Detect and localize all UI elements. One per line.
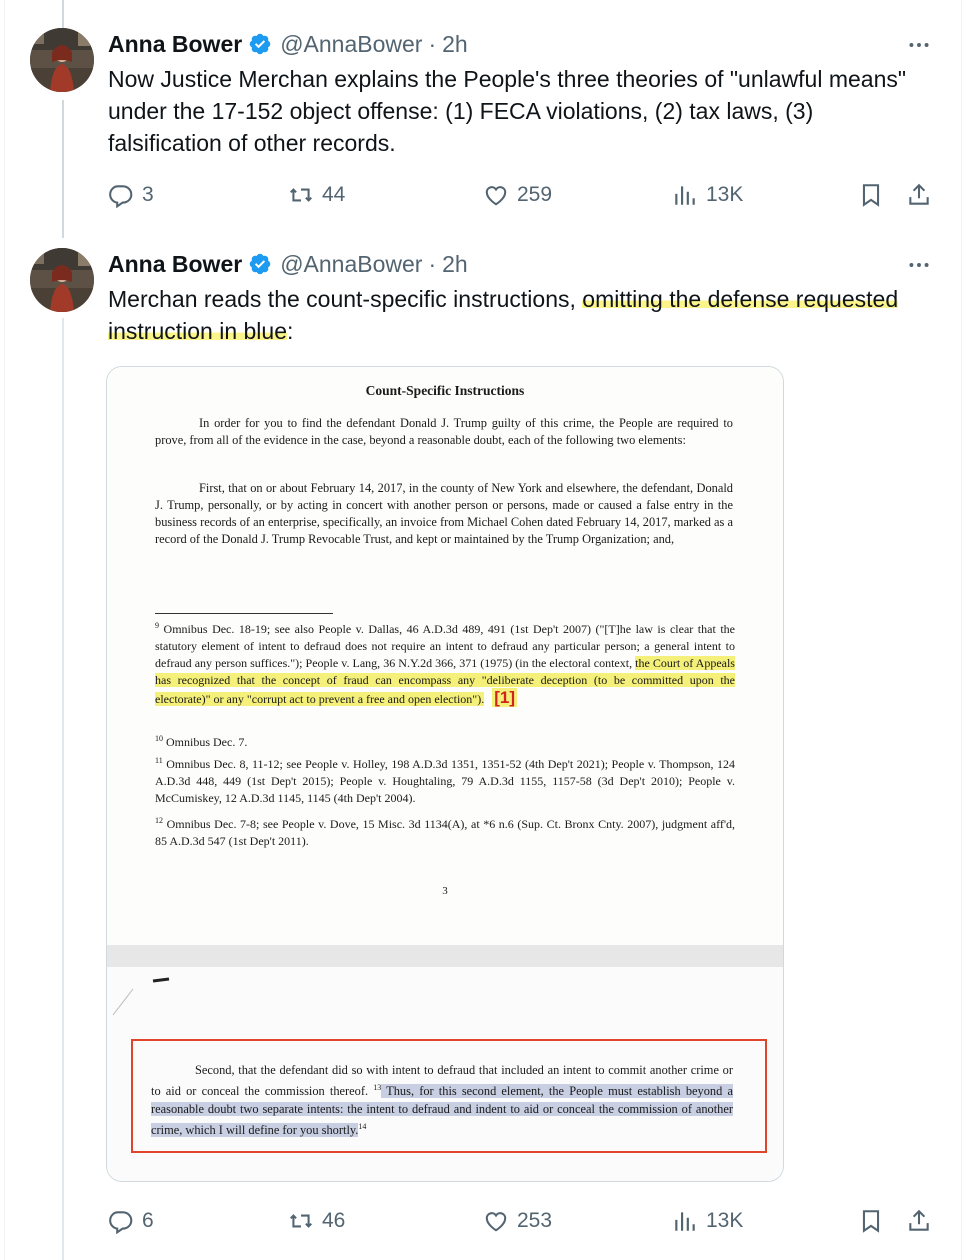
timestamp[interactable]: 2h (442, 31, 468, 58)
footnote-12: 12 Omnibus Dec. 7-8; see People v. Dove,… (155, 816, 736, 849)
page-number: 3 (442, 885, 448, 897)
bookmark-button[interactable] (858, 180, 884, 210)
author-name[interactable]: Anna Bower (108, 251, 242, 278)
like-button[interactable]: 259 (483, 180, 552, 210)
thread-connector-middle (62, 100, 64, 238)
share-button[interactable] (906, 1206, 932, 1236)
scan-mark (112, 977, 170, 1016)
tweet-actions: 6 46 253 13K (108, 1206, 938, 1236)
bookmark-icon (862, 184, 880, 207)
like-button[interactable]: 253 (483, 1206, 552, 1236)
like-icon (485, 1212, 507, 1232)
page-gap (107, 945, 783, 967)
repost-button[interactable]: 46 (288, 1206, 345, 1236)
like-count: 253 (517, 1209, 553, 1232)
repost-icon (289, 188, 313, 202)
reply-icon (109, 185, 133, 208)
share-icon (909, 183, 929, 205)
document-page-3: Count-Specific Instructions In order for… (107, 367, 783, 945)
document-page-4: Second, that the defendant did so with i… (107, 967, 783, 1181)
views-icon (675, 186, 695, 205)
reply-icon (109, 1211, 133, 1234)
bookmark-button[interactable] (858, 1206, 884, 1236)
timeline-right-border (961, 0, 962, 1260)
footnote-10: 10 Omnibus Dec. 7. (155, 734, 248, 750)
share-button[interactable] (906, 180, 932, 210)
footnote-11: 11 Omnibus Dec. 8, 11-12; see People v. … (155, 756, 735, 806)
share-icon (909, 1209, 929, 1231)
document-heading: Count-Specific Instructions (365, 383, 525, 398)
more-icon[interactable] (904, 250, 934, 280)
views-count: 13K (706, 1209, 744, 1232)
attached-document-image[interactable]: Count-Specific Instructions In order for… (106, 366, 784, 1182)
bookmark-icon (862, 1210, 880, 1233)
avatar[interactable] (30, 28, 94, 92)
reply-button[interactable]: 6 (108, 1206, 154, 1236)
reply-count: 3 (142, 183, 154, 206)
footnote-divider (155, 613, 333, 614)
views-button[interactable]: 13K (672, 180, 743, 210)
more-icon[interactable] (904, 30, 934, 60)
tweet-actions: 3 44 259 13K (108, 180, 938, 210)
author-name[interactable]: Anna Bower (108, 31, 242, 58)
red-annotation-box: Second, that the defendant did so with i… (131, 1039, 767, 1153)
views-button[interactable]: 13K (672, 1206, 743, 1236)
repost-button[interactable]: 44 (288, 180, 345, 210)
verified-badge-icon (248, 32, 272, 56)
views-count: 13K (706, 183, 744, 206)
timeline-left-border (4, 0, 5, 1260)
tweet-header: Anna Bower @AnnaBower · 2h (108, 249, 468, 279)
tweet-header: Anna Bower @AnnaBower · 2h (108, 29, 468, 59)
defense-requested-instruction: Second, that the defendant did so with i… (151, 1063, 733, 1138)
tweet-text: Now Justice Merchan explains the People'… (108, 66, 907, 156)
views-icon (675, 1212, 695, 1231)
document-paragraph: First, that on or about February 14, 201… (155, 481, 733, 546)
repost-count: 44 (322, 183, 346, 206)
thread-connector-top (62, 0, 64, 28)
verified-badge-icon (248, 252, 272, 276)
like-icon (485, 186, 507, 206)
separator: · (428, 30, 437, 57)
author-handle[interactable]: @AnnaBower (280, 251, 422, 278)
document-paragraph: In order for you to find the defendant D… (155, 416, 733, 447)
tweet-text-part: : (287, 318, 294, 344)
repost-count: 46 (322, 1209, 346, 1232)
thread-connector-bottom (62, 318, 64, 1260)
timestamp[interactable]: 2h (442, 251, 468, 278)
reply-count: 6 (142, 1209, 154, 1232)
repost-icon (289, 1214, 313, 1228)
separator: · (428, 250, 437, 277)
avatar[interactable] (30, 248, 94, 312)
footnote-9: 9 Omnibus Dec. 18-19; see also People v.… (155, 621, 735, 707)
tweet-text: Merchan reads the count-specific instruc… (108, 283, 928, 347)
like-count: 259 (517, 183, 553, 206)
author-handle[interactable]: @AnnaBower (280, 31, 422, 58)
reply-button[interactable]: 3 (108, 180, 154, 210)
tweet-text-part: Merchan reads the count-specific instruc… (108, 286, 583, 312)
annotation-ref-1: [1] (492, 688, 517, 707)
